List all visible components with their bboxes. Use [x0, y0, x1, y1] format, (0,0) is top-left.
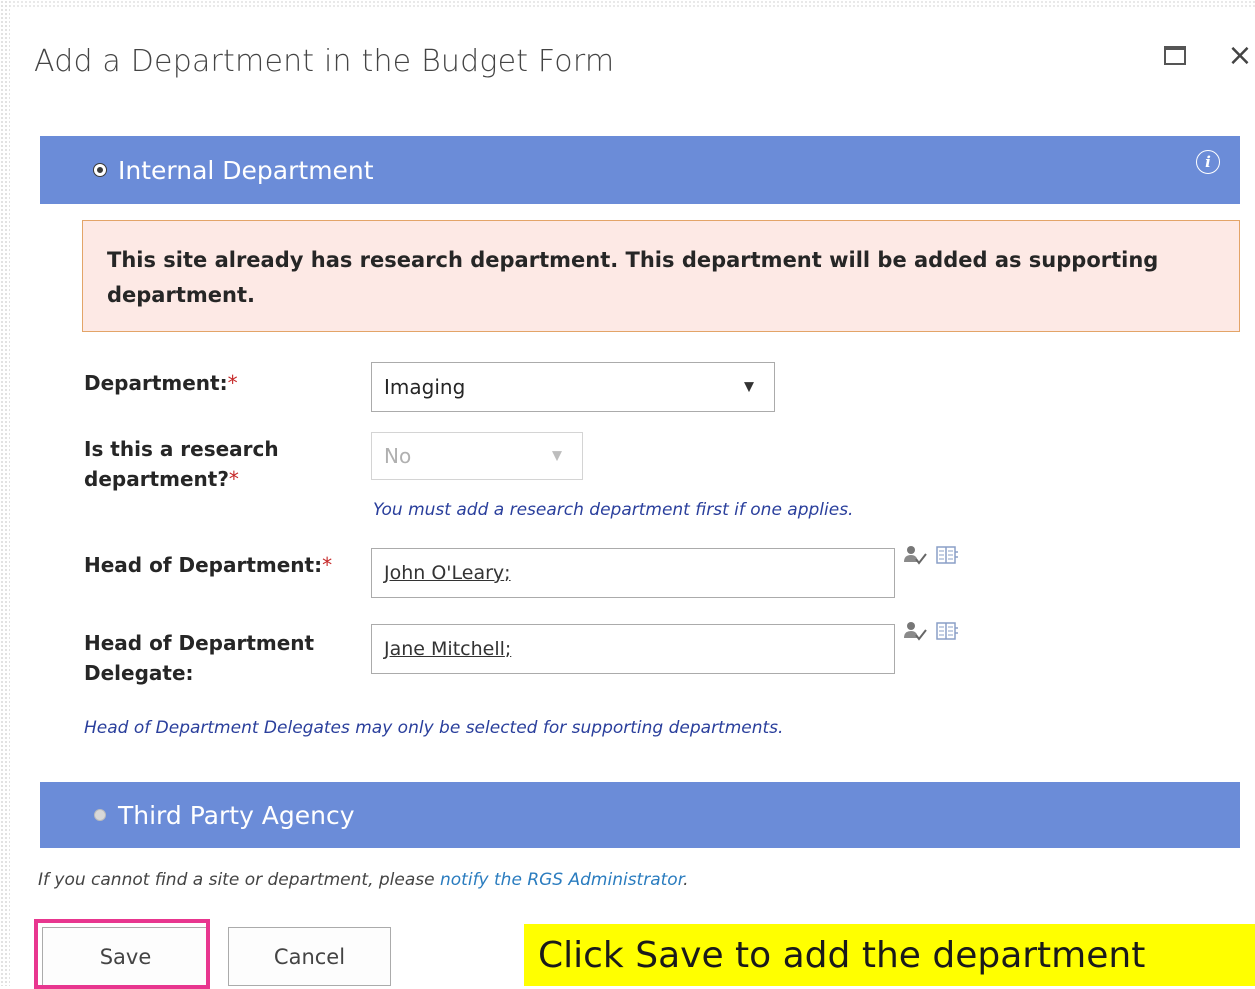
cancel-button[interactable]: Cancel: [228, 927, 391, 986]
warning-message: This site already has research departmen…: [82, 220, 1240, 332]
resolved-user[interactable]: John O'Leary;: [384, 562, 511, 584]
internal-department-label: Internal Department: [118, 155, 374, 185]
required-marker: *: [227, 371, 238, 395]
third-party-agency-section[interactable]: Third Party Agency: [40, 782, 1240, 848]
hod-delegate-label: Head of Department Delegate:: [84, 631, 315, 685]
check-names-icon[interactable]: [903, 620, 927, 642]
info-icon[interactable]: i: [1196, 150, 1220, 174]
head-of-department-picker-icons: [903, 544, 959, 566]
notify-administrator-link[interactable]: notify the RGS Administrator: [440, 870, 683, 890]
maximize-button[interactable]: [1160, 40, 1190, 70]
research-department-hint: You must add a research department first…: [373, 500, 854, 520]
save-button[interactable]: Save: [42, 927, 209, 986]
instruction-callout: Click Save to add the department: [524, 924, 1255, 986]
department-select[interactable]: Imaging ▼: [371, 362, 775, 412]
dialog-title: Add a Department in the Budget Form: [34, 44, 615, 79]
third-party-agency-label: Third Party Agency: [118, 800, 355, 830]
hod-delegate-input[interactable]: Jane Mitchell;: [371, 624, 895, 674]
dotted-left-border: [0, 0, 10, 986]
is-research-department-select: No ▼: [371, 432, 583, 480]
is-research-department-label: Is this a research department?*: [84, 437, 279, 491]
head-of-department-input[interactable]: John O'Leary;: [371, 548, 895, 598]
dotted-top-border: [0, 0, 1255, 8]
hod-delegate-hint: Head of Department Delegates may only be…: [84, 718, 784, 738]
hod-delegate-picker-icons: [903, 620, 959, 642]
third-party-agency-radio[interactable]: [94, 809, 106, 821]
is-research-select-value: No: [384, 444, 412, 468]
department-label: Department:*: [84, 371, 238, 395]
dropdown-arrow-icon: ▼: [552, 448, 562, 464]
address-book-icon[interactable]: [935, 544, 959, 566]
close-icon: ×: [1227, 37, 1253, 73]
department-select-value: Imaging: [384, 375, 466, 399]
internal-department-section[interactable]: Internal Department i: [40, 136, 1240, 204]
address-book-icon[interactable]: [935, 620, 959, 642]
required-marker: *: [322, 553, 333, 577]
dropdown-arrow-icon: ▼: [744, 379, 754, 395]
required-marker: *: [228, 467, 239, 491]
check-names-icon[interactable]: [903, 544, 927, 566]
footer-note: If you cannot find a site or department,…: [38, 870, 689, 890]
close-button[interactable]: ×: [1225, 37, 1255, 73]
head-of-department-label: Head of Department:*: [84, 553, 333, 577]
internal-department-radio[interactable]: [94, 164, 106, 176]
maximize-icon: [1164, 45, 1186, 65]
resolved-user[interactable]: Jane Mitchell;: [384, 638, 511, 660]
